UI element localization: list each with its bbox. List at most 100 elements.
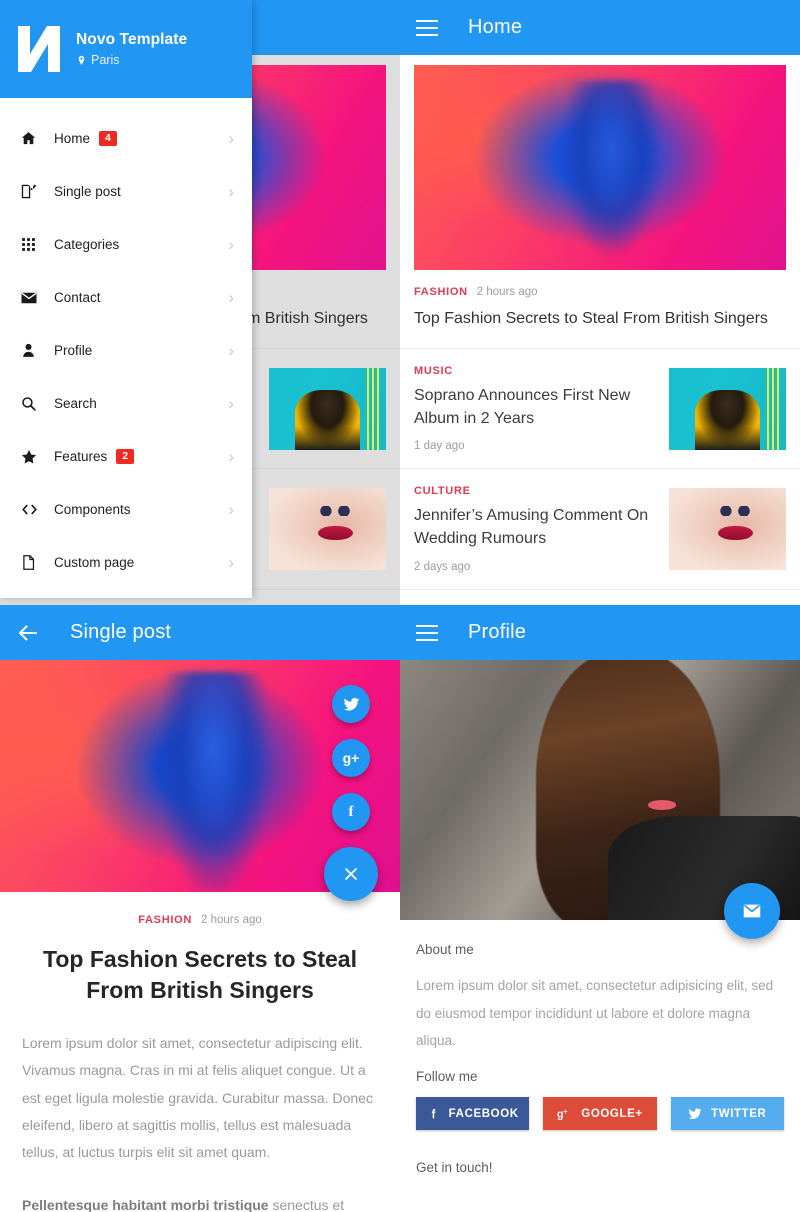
chevron-right-icon: › [228, 447, 234, 466]
sidebar-item-categories[interactable]: Categories › [0, 218, 252, 271]
category-label: CULTURE [414, 485, 471, 498]
sidebar-item-label: Search [54, 396, 97, 411]
brand-logo-icon [16, 24, 62, 74]
sidebar-item-label: Features [54, 449, 108, 464]
sidebar-item-label: Home [54, 131, 91, 146]
chevron-right-icon: › [228, 500, 234, 519]
sidebar-item-features[interactable]: Features 2 › [0, 430, 252, 483]
arrow-left-icon[interactable] [16, 621, 40, 645]
star-icon [20, 448, 46, 466]
brand-location: Paris [76, 53, 187, 67]
featured-title: Top Fashion Secrets to Steal From Britis… [414, 310, 768, 327]
twitter-button[interactable]: TWITTER [670, 1097, 784, 1131]
post-title: Jennifer’s Amusing Comment On Wedding Ru… [414, 507, 649, 547]
googleplus-share-button[interactable]: g+ [332, 739, 370, 777]
home-pane: Home FASHION 2 hours ago Top Fashion Sec… [400, 0, 800, 605]
edit-icon [20, 183, 46, 200]
post-body: MUSIC Soprano Announces First New Album … [414, 365, 657, 452]
appbar-title: Single post [70, 621, 172, 643]
sidebar-item-custom-page[interactable]: Custom page › [0, 536, 252, 589]
twitter-share-button[interactable] [332, 685, 370, 723]
table-row[interactable]: LIFESTYLE [400, 588, 800, 605]
timestamp: 1 day ago [414, 440, 465, 453]
sidebar-item-home[interactable]: Home 4 › [0, 112, 252, 165]
sidebar-item-contact[interactable]: Contact › [0, 271, 252, 324]
svg-text:+: + [564, 1107, 569, 1116]
social-buttons-row: FACEBOOK g + GOOGLE+ TWITTER [416, 1097, 784, 1131]
post-thumbnail [269, 487, 386, 570]
table-row[interactable]: MUSIC Soprano Announces First New Album … [400, 347, 800, 468]
hamburger-icon[interactable] [416, 19, 438, 36]
profile-photo-detail [648, 800, 676, 810]
hamburger-icon[interactable] [416, 624, 438, 641]
appbar-title: Profile [468, 621, 527, 643]
googleplus-button-label: GOOGLE+ [581, 1107, 643, 1120]
table-row[interactable]: CULTURE Jennifer’s Amusing Comment On We… [400, 468, 800, 588]
chevron-right-icon: › [228, 129, 234, 148]
envelope-icon [743, 904, 761, 918]
timestamp: 2 hours ago [201, 914, 262, 926]
sidebar-item-single-post[interactable]: Single post › [0, 165, 252, 218]
screenshot-stage: Home FASHION 2 hours ago Top Fashion Sec… [0, 0, 800, 1212]
sidebar-item-label: Contact [54, 290, 101, 305]
chevron-right-icon: › [228, 288, 234, 307]
close-icon [345, 868, 357, 880]
sidebar-item-search[interactable]: Search › [0, 377, 252, 430]
status-badge: 4 [99, 130, 117, 147]
file-icon [20, 554, 46, 571]
chevron-right-icon: › [228, 394, 234, 413]
profile-hero-image [400, 660, 800, 920]
sidebar-item-label: Profile [54, 343, 93, 358]
drawer-header: Novo Template Paris [0, 0, 252, 98]
close-share-button[interactable] [324, 847, 378, 901]
facebook-button[interactable]: FACEBOOK [416, 1097, 530, 1131]
brand-location-label: Paris [91, 53, 120, 67]
single-post-pane: Single post g+ f FASHION 2 hours ago Top… [0, 605, 400, 1212]
sidebar-item-label: Custom page [54, 555, 135, 570]
facebook-share-button[interactable]: f [332, 793, 370, 831]
post-thumbnail [669, 367, 786, 450]
post-body: CULTURE Jennifer’s Amusing Comment On We… [414, 485, 657, 572]
twitter-icon [688, 1107, 702, 1121]
profile-body: About me Lorem ipsum dolor sit amet, con… [400, 920, 800, 1175]
sidebar-item-profile[interactable]: Profile › [0, 324, 252, 377]
profile-appbar: Profile [400, 605, 800, 660]
home-scroll[interactable]: FASHION 2 hours ago Top Fashion Secrets … [400, 55, 800, 605]
single-post-appbar: Single post [0, 605, 400, 660]
category-label: MUSIC [414, 364, 453, 377]
profile-pane: Profile About me Lorem ipsum dolor sit a… [400, 605, 800, 1212]
sidebar-item-label: Components [54, 502, 131, 517]
follow-me-label: Follow me [416, 1069, 478, 1085]
appbar-title: Home [468, 16, 523, 38]
facebook-icon [427, 1107, 440, 1120]
featured-meta: FASHION 2 hours ago [414, 270, 786, 298]
sidebar-item-label: Categories [54, 237, 120, 252]
category-label: FASHION [138, 914, 193, 926]
googleplus-icon: g + [557, 1106, 572, 1121]
chevron-right-icon: › [228, 235, 234, 254]
featured-card[interactable]: FASHION 2 hours ago Top Fashion Secrets … [414, 65, 786, 348]
sidebar-item-label: Single post [54, 184, 121, 199]
page-title: Top Fashion Secrets to Steal From Britis… [43, 946, 357, 1003]
featured-image [414, 65, 786, 270]
googleplus-button[interactable]: g + GOOGLE+ [543, 1097, 657, 1131]
home-icon [20, 130, 46, 147]
timestamp: 2 hours ago [476, 286, 538, 298]
drawer-menu-list: Home 4 › Single post › Categories › Cont… [0, 98, 252, 589]
brand-text-block: Novo Template Paris [76, 31, 187, 67]
article-lead-in: Pellentesque habitant morbi tristique [22, 1196, 269, 1212]
share-fab-stack: g+ f [324, 685, 378, 901]
person-icon [20, 342, 46, 359]
facebook-button-label: FACEBOOK [448, 1107, 519, 1120]
navigation-drawer[interactable]: Novo Template Paris Home 4 › Single post… [0, 0, 252, 598]
contact-mail-button[interactable] [724, 883, 780, 939]
chevron-right-icon: › [228, 341, 234, 360]
grid-icon [20, 236, 46, 253]
post-thumbnail [669, 487, 786, 570]
code-icon [20, 500, 46, 519]
map-pin-icon [76, 55, 87, 66]
facebook-glyph: f [348, 803, 354, 820]
article-paragraph-2: Pellentesque habitant morbi tristique se… [22, 1192, 378, 1212]
sidebar-item-components[interactable]: Components › [0, 483, 252, 536]
home-appbar: Home [400, 0, 800, 55]
